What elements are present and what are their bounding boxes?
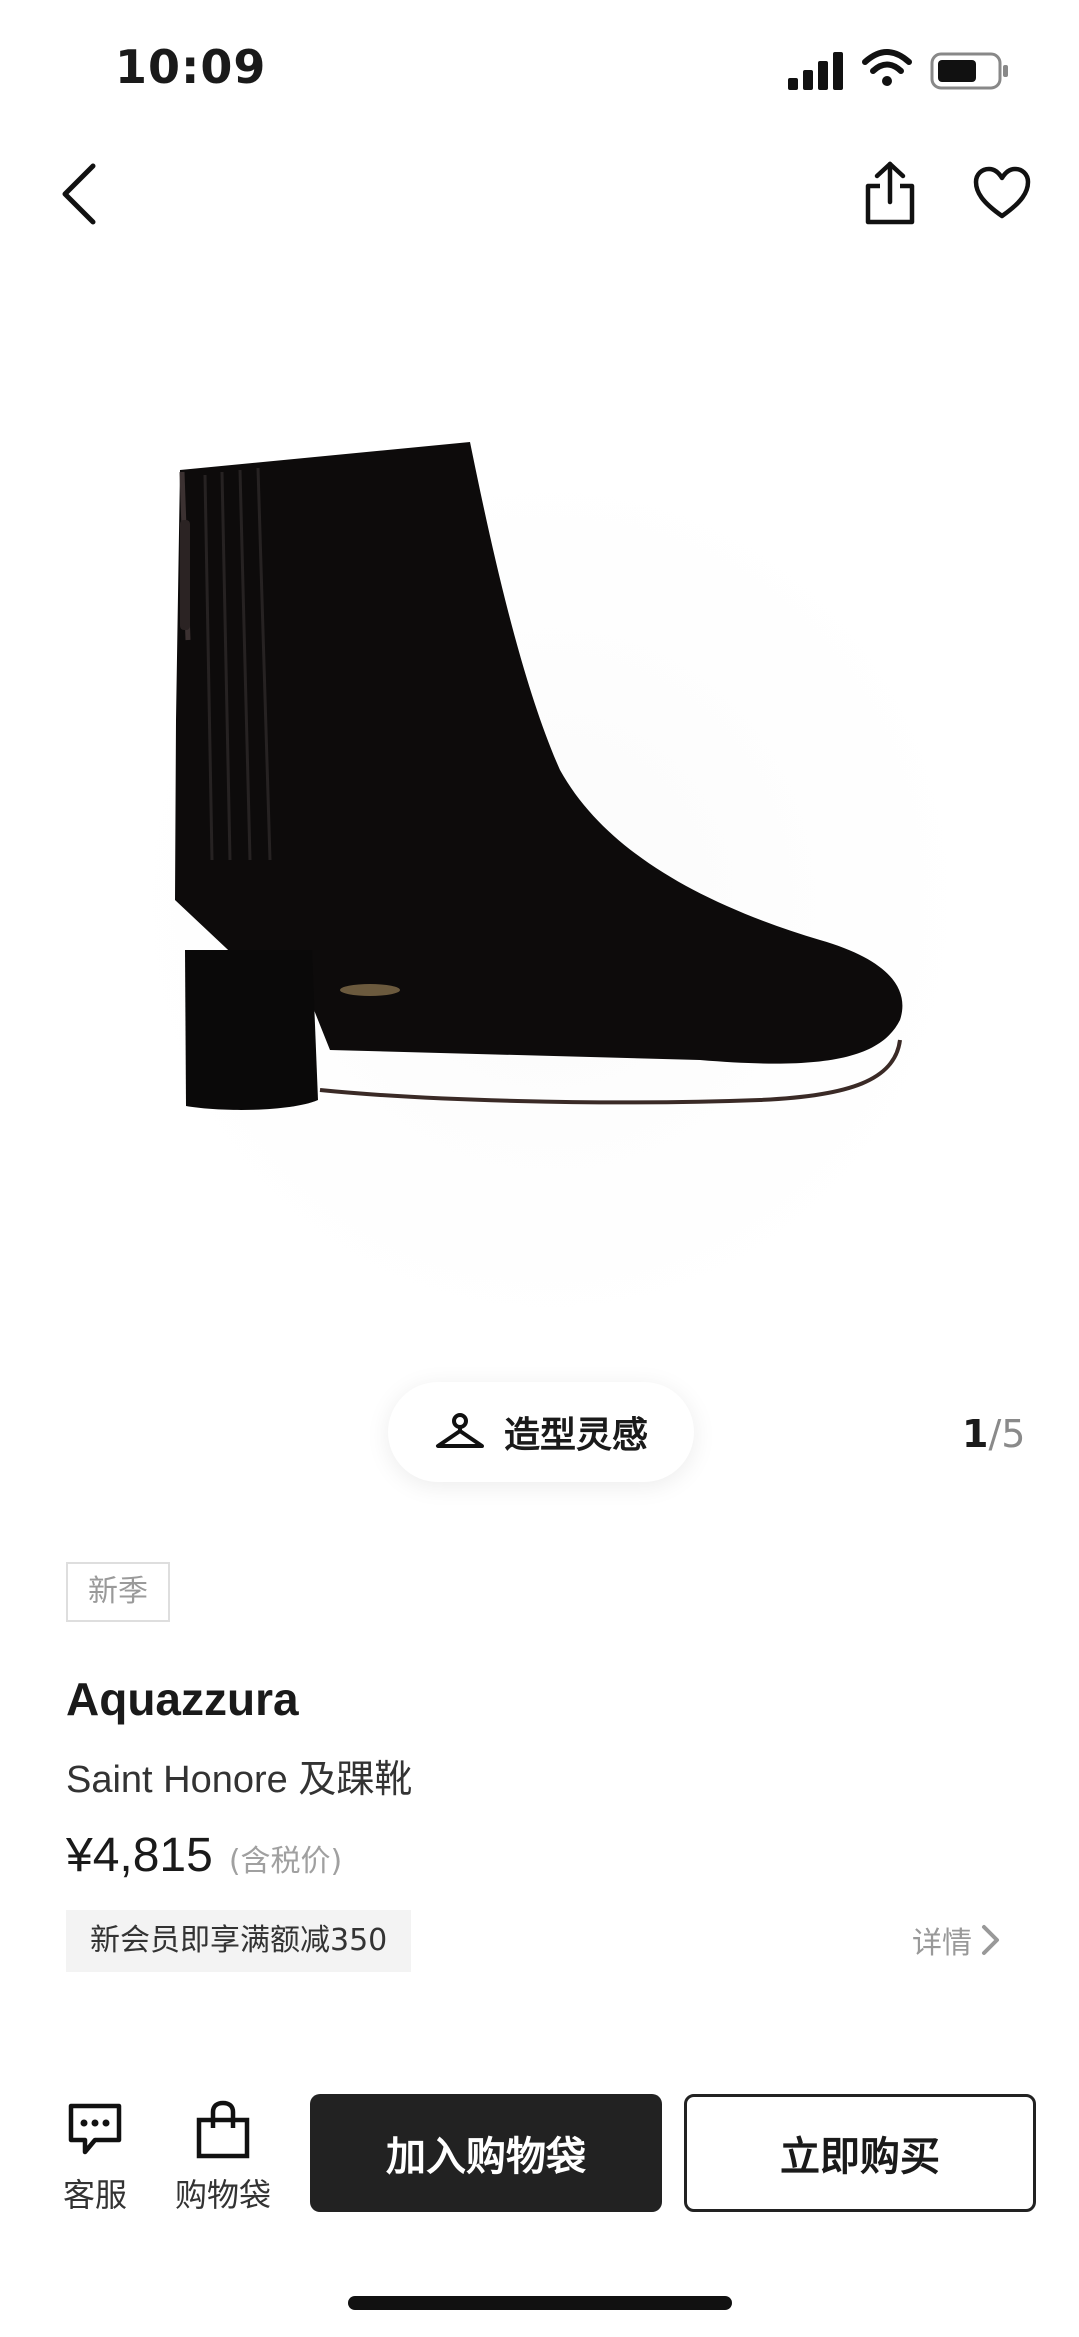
buy-now-button[interactable]: 立即购买 [684,2094,1036,2212]
details-label: 详情 [912,1926,972,1961]
battery-icon [930,52,1008,90]
pager-total: 5 [1001,1412,1026,1456]
product-name: Saint Honore 及踝靴 [66,1759,413,1801]
status-time: 10:09 [115,40,267,94]
shopping-bag-button[interactable]: 购物袋 [168,2100,278,2216]
promo-banner: 新会员即享满额减350 [66,1910,412,1972]
image-pager: 1/5 [962,1412,1025,1456]
status-bar: 10:09 [0,0,1079,140]
signal-icon [788,52,843,90]
styling-inspiration-button[interactable]: 造型灵感 [388,1382,694,1482]
wifi-icon [862,49,912,86]
chat-icon [68,2103,122,2155]
product-detail-page: 10:09 造型灵感 1/5 新季 Aquazzura Saint Honore… [0,0,1079,2337]
tax-note: (含税价) [228,1844,343,1879]
bottom-action-bar: 客服 购物袋 加入购物袋 立即购买 [0,2080,1079,2230]
new-season-badge: 新季 [66,1562,170,1622]
hanger-icon [435,1413,484,1448]
add-to-bag-button[interactable]: 加入购物袋 [310,2094,662,2212]
brand-name[interactable]: Aquazzura [66,1672,299,1726]
top-navigation [0,150,1079,230]
promo-details-link[interactable]: 详情 [912,1918,1002,1962]
back-icon[interactable] [55,158,105,228]
styling-inspiration-label: 造型灵感 [503,1415,648,1456]
home-indicator[interactable] [348,2296,732,2310]
customer-service-label: 客服 [62,2176,127,2214]
customer-service-button[interactable]: 客服 [40,2100,150,2216]
price: ¥4,815 [66,1829,213,1882]
pager-current: 1 [962,1412,989,1456]
shopping-bag-label: 购物袋 [174,2176,271,2214]
heart-icon[interactable] [972,166,1032,222]
shopping-bag-icon [196,2100,250,2159]
chevron-right-icon [982,1925,999,1955]
product-image[interactable] [0,300,1079,1260]
pager-separator: / [988,1412,1002,1456]
price-row: ¥4,815 (含税价) [66,1828,342,1883]
share-icon[interactable] [862,160,918,226]
